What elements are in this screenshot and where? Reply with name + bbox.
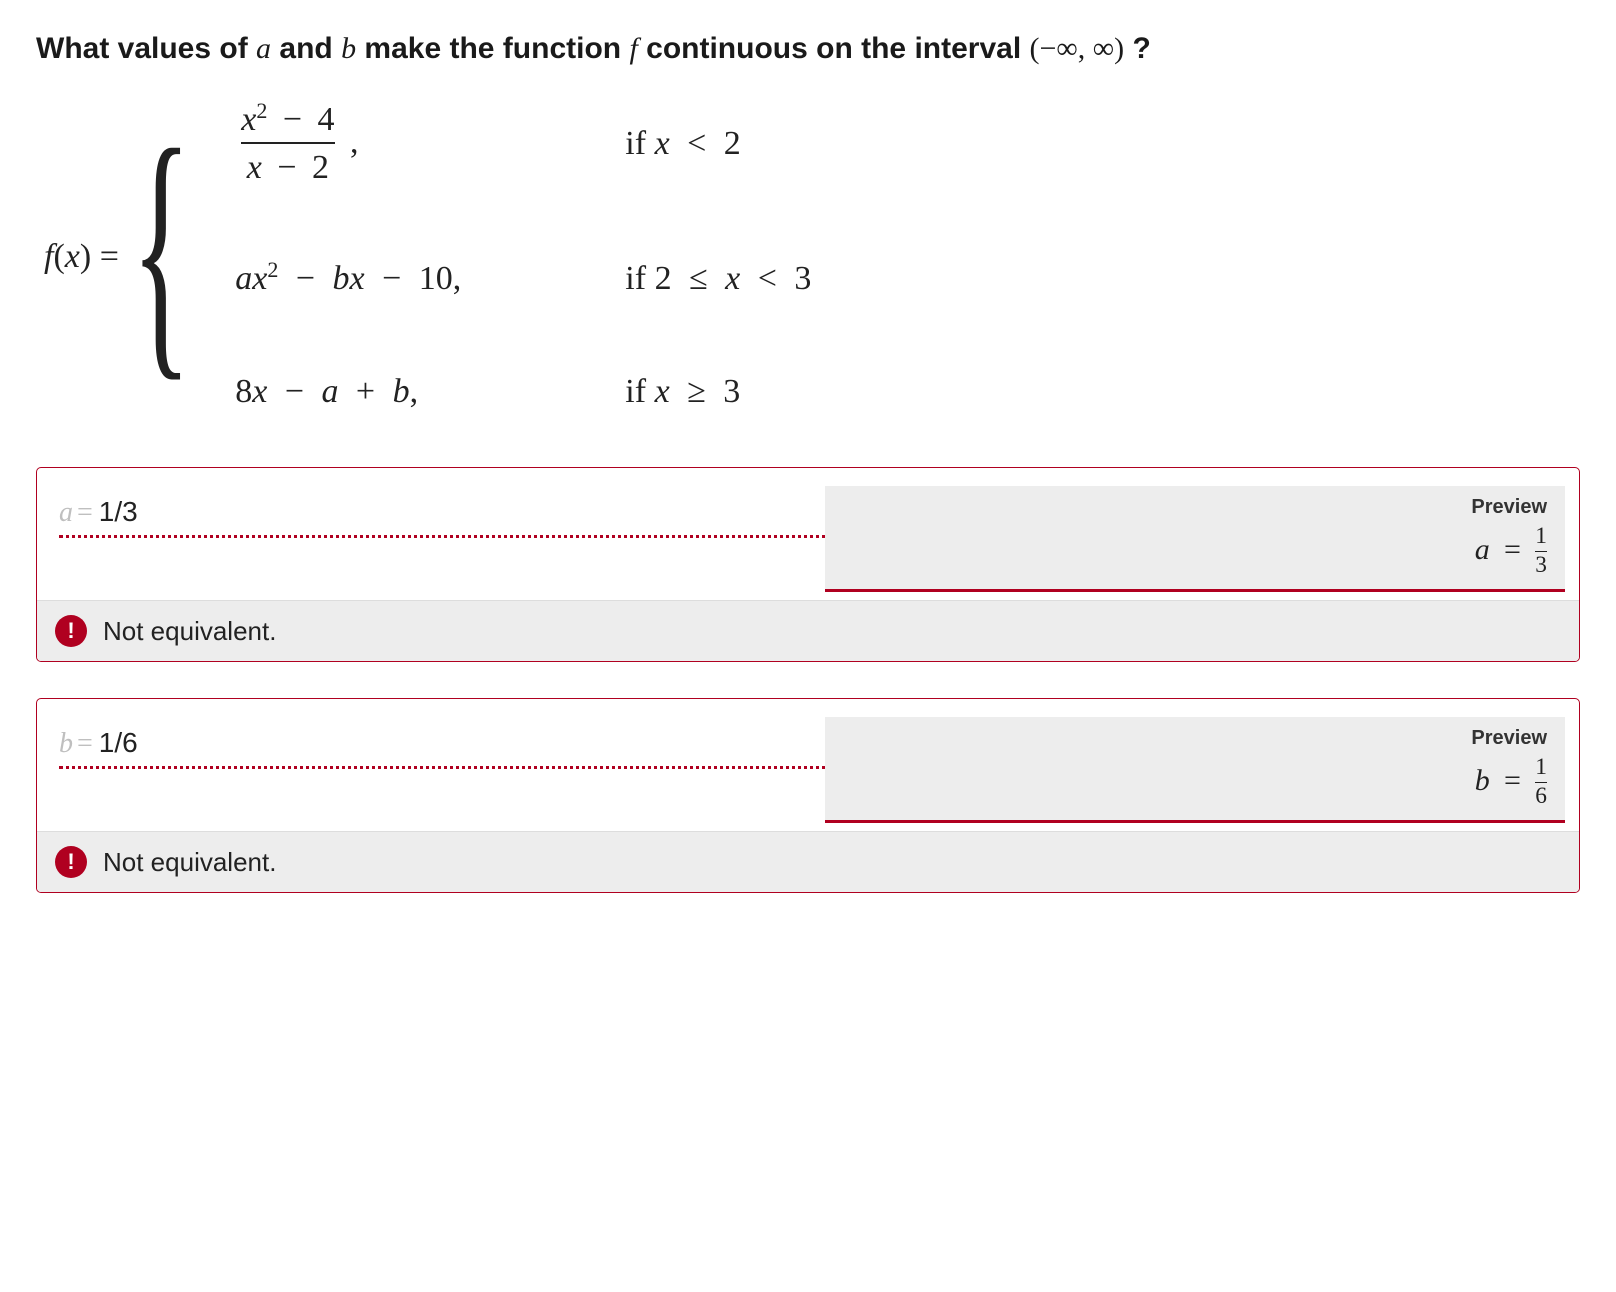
fraction: x2 − 4 x − 2 [235,102,340,185]
preview-box-a: Preview a = 1 3 [825,486,1565,592]
var-a: a [256,32,271,65]
question-text: What values of a and b make the function… [36,28,1580,70]
q-mid2: make the function [364,32,629,65]
answer-row-a: a = 1/3 Preview a = 1 3 [37,468,1579,600]
feedback-text-b: Not equivalent. [103,847,276,878]
c2-minus2: − [374,260,409,297]
case-1-cond: if x < 2 [625,124,811,163]
case-2-cond: if 2 ≤ x < 3 [625,259,811,298]
answer-group-b: b = 1/6 Preview b = 1 6 ! Not equivalent… [36,698,1580,893]
q-mid1: and [279,32,341,65]
answer-input-a[interactable]: a = 1/3 [59,496,839,538]
cond3-x: x [655,373,670,410]
c3-minus: − [277,373,312,410]
feedback-bar-b: ! Not equivalent. [37,831,1579,892]
c2-x2: x [350,260,365,297]
cond3-ge: ≥ [679,373,714,410]
pv-a-den: 3 [1535,551,1547,577]
cond2-lo: 2 [655,260,672,297]
error-icon: ! [55,846,87,878]
piecewise-lhs: f(x) = [44,237,119,276]
cond2-lt: < [750,260,785,297]
input-a-value: 1/3 [99,496,138,528]
cond2-x: x [725,260,740,297]
c2-b: b [333,260,350,297]
cond1-if: if [625,125,654,162]
q-suffix: ? [1133,32,1151,65]
input-b-value: 1/6 [99,727,138,759]
pv-b-var: b [1475,764,1490,797]
cond3-val: 3 [723,373,740,410]
c2-comma: , [453,260,462,297]
piecewise-cases: x2 − 4 x − 2 , if x < 2 ax2 − bx − [235,102,811,411]
cond1-op: < [679,125,714,162]
c2-minus1: − [288,260,323,297]
c1-den-minus: − [271,149,302,186]
input-b-eq: = [77,728,93,760]
preview-label-a: Preview [843,496,1547,519]
c2-a: a [235,260,252,297]
left-brace-icon: { [131,133,191,363]
c3-plus: + [348,373,383,410]
c1-num-4: 4 [318,101,335,138]
c1-num-minus: − [277,101,308,138]
input-a-eq: = [77,497,93,529]
var-f: f [629,32,637,65]
feedback-bar-a: ! Not equivalent. [37,600,1579,661]
c3-comma: , [410,373,419,410]
input-b-var: b [59,728,73,760]
c1-den-x: x [247,149,262,186]
c3-8: 8 [235,373,252,410]
c3-x: x [252,373,267,410]
feedback-text-a: Not equivalent. [103,616,276,647]
c3-b: b [393,373,410,410]
pv-a-var: a [1475,533,1490,566]
answer-input-b[interactable]: b = 1/6 [59,727,839,769]
preview-math-a: a = 1 3 [843,525,1547,577]
cond1-x: x [655,125,670,162]
q-mid3: continuous on the interval [646,32,1029,65]
answer-row-b: b = 1/6 Preview b = 1 6 [37,699,1579,831]
c3-a: a [321,373,338,410]
pv-b-den: 6 [1535,782,1547,808]
case-3-cond: if x ≥ 3 [625,372,811,411]
var-b: b [341,32,356,65]
piecewise-function: f(x) = { x 2 − 4 x − 2 , if x < [44,102,1580,411]
error-icon: ! [55,615,87,647]
c2-10: 10 [419,260,453,297]
case-2-expr: ax2 − bx − 10, [235,259,595,298]
preview-math-b: b = 1 6 [843,756,1547,808]
pv-b-num: 1 [1535,756,1547,781]
cond2-if: if [625,260,654,297]
c1-den-2: 2 [312,149,329,186]
c1-num-x: x [241,101,256,138]
interval: (−∞, ∞) [1030,32,1125,65]
input-a-var: a [59,497,73,529]
preview-box-b: Preview b = 1 6 [825,717,1565,823]
answer-group-a: a = 1/3 Preview a = 1 3 ! Not equivalent… [36,467,1580,662]
c2-x: x [252,260,267,297]
case-3-expr: 8x − a + b, [235,372,595,411]
pv-a-num: 1 [1535,525,1547,550]
cond1-val: 2 [724,125,741,162]
cond2-le: ≤ [681,260,716,297]
cond2-hi: 3 [794,260,811,297]
preview-label-b: Preview [843,727,1547,750]
case-1-expr: x2 − 4 x − 2 , [235,102,595,185]
lhs-x: x [65,238,80,275]
cond3-if: if [625,373,654,410]
c1-comma: , [350,124,359,161]
question-prefix: What values of [36,32,256,65]
